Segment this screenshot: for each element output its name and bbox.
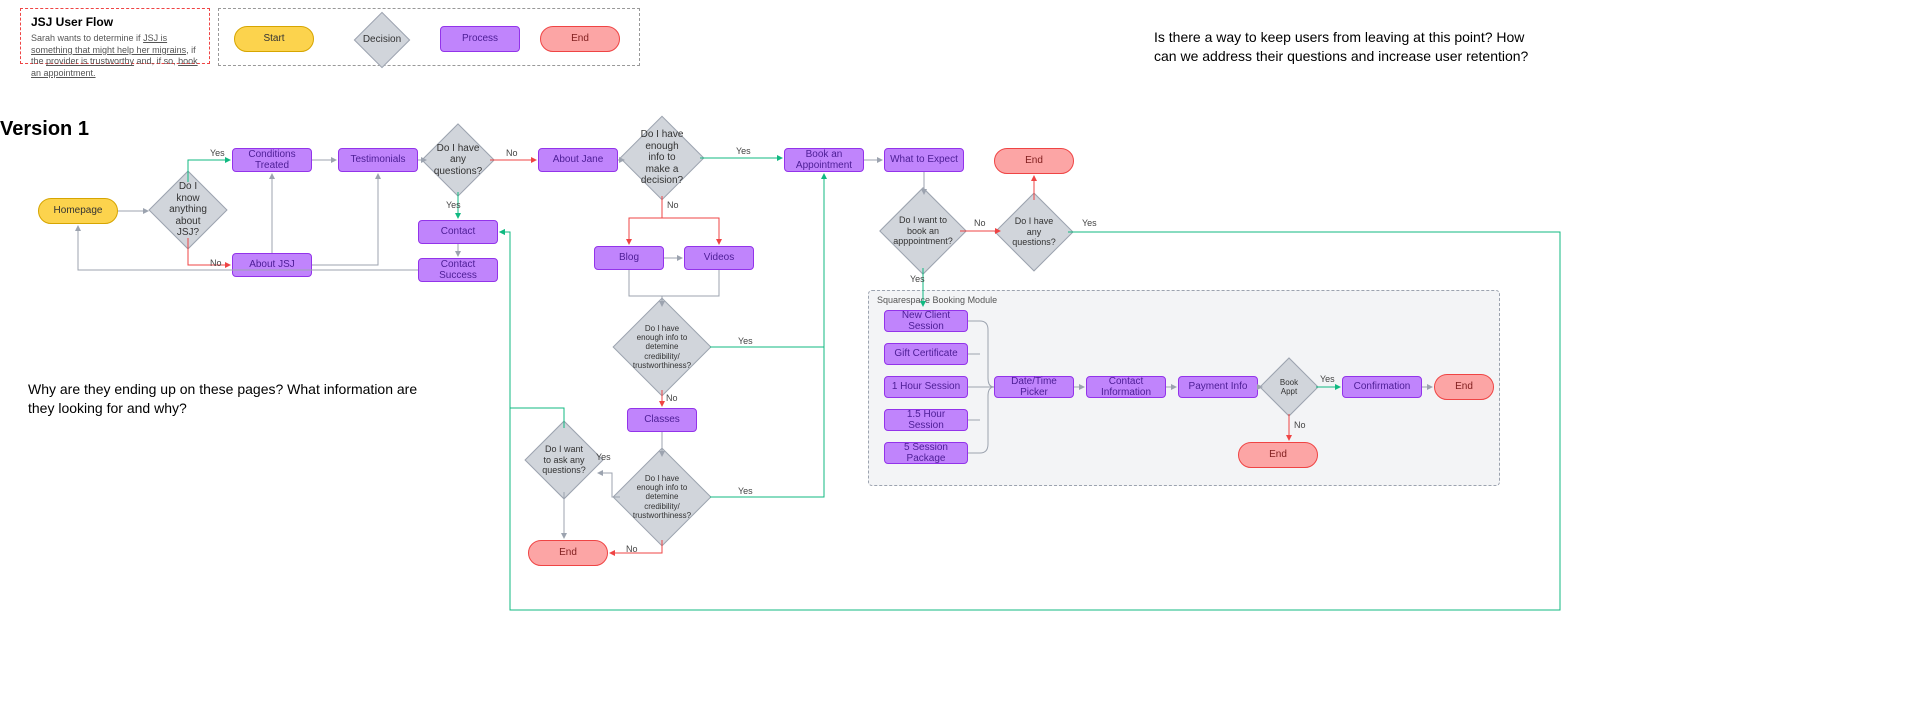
node-about-jsj: About JSJ (232, 253, 312, 277)
node-conditions: Conditions Treated (232, 148, 312, 172)
node-end-book-yes: End (1434, 374, 1494, 400)
node-1-hour: 1 Hour Session (884, 376, 968, 398)
node-gift-cert: Gift Certificate (884, 343, 968, 365)
version-heading: Version 1 (0, 118, 89, 141)
node-testimonials: Testimonials (338, 148, 418, 172)
label-no-3: No (667, 200, 679, 210)
legend-process: Process (440, 26, 520, 52)
label-yes-5: Yes (738, 486, 753, 496)
node-credibility-2: Do I have enough info to detemine credib… (627, 462, 697, 532)
label-no-7: No (1294, 420, 1306, 430)
node-contact: Contact (418, 220, 498, 244)
label-no-4: No (666, 393, 678, 403)
label-yes-2: Yes (446, 200, 461, 210)
label-no-5: No (626, 544, 638, 554)
node-credibility-1: Do I have enough info to detemine credib… (627, 312, 697, 382)
node-know-jsj: Do I know anything about JSJ? (160, 182, 216, 238)
node-videos: Videos (684, 246, 754, 270)
node-end-top: End (994, 148, 1074, 174)
booking-module-title: Squarespace Booking Module (877, 295, 997, 305)
label-no-6: No (974, 218, 986, 228)
node-blog: Blog (594, 246, 664, 270)
legend-end: End (540, 26, 620, 52)
node-new-client: New Client Session (884, 310, 968, 332)
annotation-right: Is there a way to keep users from leavin… (1154, 28, 1534, 66)
node-questions-1: Do I have any questions? (432, 134, 484, 186)
label-yes-3: Yes (736, 146, 751, 156)
node-1-5-hour: 1.5 Hour Session (884, 409, 968, 431)
node-book-appt-decision: Book Appt (1268, 366, 1310, 408)
node-classes: Classes (627, 408, 697, 432)
label-no-1: No (210, 258, 222, 268)
label-yes-1: Yes (210, 148, 225, 158)
node-payment: Payment Info (1178, 376, 1258, 398)
node-ask-questions: Do I want to ask any questions? (536, 432, 592, 488)
node-about-jane: About Jane (538, 148, 618, 172)
legend-decision: Decision (362, 20, 402, 60)
label-yes-8: Yes (1082, 218, 1097, 228)
node-what-expect: What to Expect (884, 148, 964, 172)
node-confirmation: Confirmation (1342, 376, 1422, 398)
node-book-appointment: Book an Appointment (784, 148, 864, 172)
label-yes-6: Yes (596, 452, 611, 462)
label-yes-9: Yes (1320, 374, 1335, 384)
title-text: JSJ User Flow (31, 15, 199, 29)
title-desc: Sarah wants to determine if JSJ is somet… (31, 33, 199, 80)
node-contact-info: Contact Information (1086, 376, 1166, 398)
title-box: JSJ User Flow Sarah wants to determine i… (20, 8, 210, 64)
node-end-book-no: End (1238, 442, 1318, 468)
node-want-book: Do I want to book an apppointment? (892, 200, 954, 262)
legend-start: Start (234, 26, 314, 52)
node-homepage: Homepage (38, 198, 118, 224)
node-datetime: Date/Time Picker (994, 376, 1074, 398)
node-end-left: End (528, 540, 608, 566)
node-enough-info: Do I have enough info to make a decision… (632, 128, 692, 188)
label-yes-4: Yes (738, 336, 753, 346)
label-no-2: No (506, 148, 518, 158)
node-5-session: 5 Session Package (884, 442, 968, 464)
node-contact-success: Contact Success (418, 258, 498, 282)
label-yes-7: Yes (910, 274, 925, 284)
node-questions-2: Do I have any questions? (1006, 204, 1062, 260)
annotation-left: Why are they ending up on these pages? W… (28, 380, 418, 418)
